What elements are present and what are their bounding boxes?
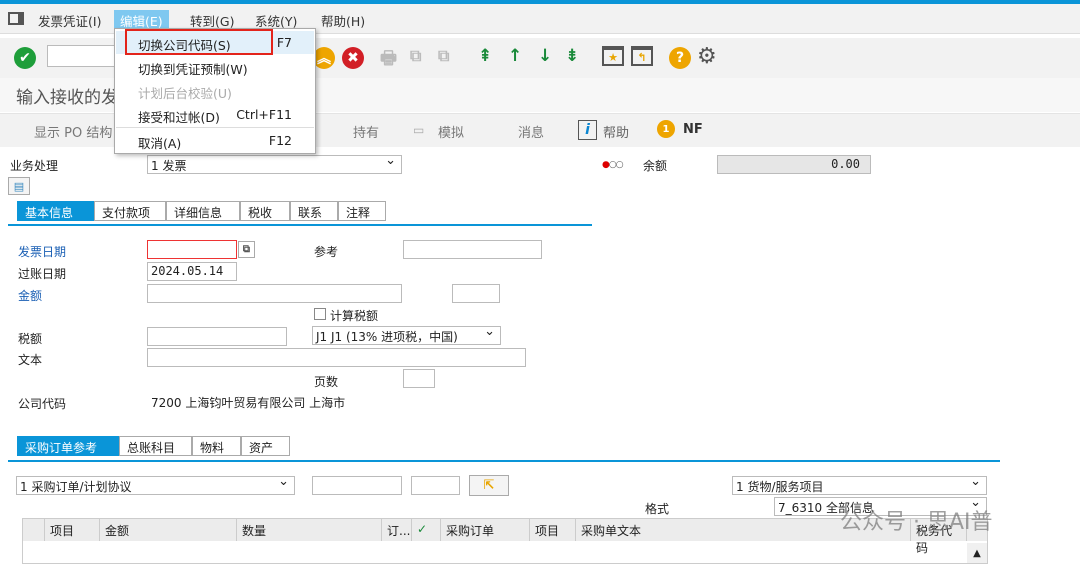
shortcut-icon[interactable]: ↰ — [631, 46, 653, 66]
po-item-input[interactable] — [411, 476, 460, 495]
menu-item-switch-to-park[interactable]: 切换到凭证预制(W) — [116, 55, 314, 78]
invoice-date-label: 发票日期 — [18, 245, 67, 259]
tax-label: 税额 — [18, 332, 43, 346]
watermark: 公众号 · 思AI普 — [840, 510, 993, 535]
invoice-date-input[interactable] — [147, 240, 237, 259]
highlight-annotation-box — [125, 29, 273, 55]
menu-item-background-verification: 计划后台校验(U) — [116, 79, 314, 102]
menu-item-label: 接受和过帐(D) — [138, 110, 220, 125]
menu-item-label: 切换到凭证预制(W) — [138, 62, 248, 77]
nf-button[interactable]: NF — [683, 122, 703, 137]
menu-separator — [116, 127, 314, 128]
menu-icon[interactable] — [8, 12, 24, 25]
text-input[interactable] — [147, 348, 526, 367]
col-order-unit[interactable]: 订... — [382, 519, 412, 541]
status-lights-icon: ● ○○ — [602, 160, 624, 170]
help-button[interactable]: 帮助 — [603, 122, 629, 141]
balance-label: 余额 — [643, 159, 668, 173]
tab-asset[interactable]: 资产 — [241, 436, 290, 456]
scroll-up-icon[interactable]: ▲ — [967, 543, 987, 563]
cancel-icon[interactable]: ✖ — [342, 47, 364, 69]
page-label: 页数 — [314, 375, 339, 389]
reference-input[interactable] — [403, 240, 542, 259]
amount-input[interactable] — [147, 284, 402, 303]
col-quantity[interactable]: 数量 — [237, 519, 382, 541]
menu-item-accept-and-post[interactable]: 接受和过帐(D) Ctrl+F11 — [116, 103, 314, 126]
expand-header-icon[interactable]: ▤ — [8, 177, 30, 195]
tab-details[interactable]: 详细信息 — [166, 201, 240, 221]
menu-invoice[interactable]: 发票凭证(I) — [32, 10, 107, 31]
tab-notes[interactable]: 注释 — [338, 201, 386, 221]
show-po-structure-button[interactable]: 显示 PO 结构 — [34, 122, 112, 141]
tab-tax[interactable]: 税收 — [240, 201, 290, 221]
find-next-icon[interactable]: ⧉ — [438, 46, 449, 66]
posting-date-label: 过账日期 — [18, 267, 67, 281]
page-input[interactable] — [403, 369, 435, 388]
help-icon[interactable]: ? — [669, 47, 691, 69]
tab-contact[interactable]: 联系 — [290, 201, 338, 221]
company-code-value: 7200 上海钧叶贸易有限公司 上海市 — [151, 396, 346, 410]
col-check-icon[interactable]: ✓ — [412, 519, 441, 541]
tab-basic-data[interactable]: 基本信息 — [17, 201, 94, 221]
tab-po-reference[interactable]: 采购订单参考 — [17, 436, 119, 456]
print-icon[interactable]: 🖶 — [380, 46, 397, 76]
lower-tab-divider — [8, 460, 1000, 462]
messages-button[interactable]: 消息 — [518, 122, 544, 141]
transaction-label: 业务处理 — [10, 159, 59, 173]
previous-page-icon[interactable]: ↑ — [508, 46, 522, 66]
col-po-item[interactable]: 项目 — [530, 519, 576, 541]
simulate-icon: ▭ — [413, 123, 425, 137]
simulate-button[interactable]: 模拟 — [438, 122, 464, 141]
check-icon[interactable]: ✔ — [14, 47, 36, 69]
tab-gl-account[interactable]: 总账科目 — [119, 436, 192, 456]
posting-date-input[interactable]: 2024.05.14 — [147, 262, 237, 281]
settings-gear-icon[interactable]: ⚙ — [697, 44, 717, 69]
col-item[interactable]: 项目 — [45, 519, 100, 541]
menu-item-label: 取消(A) — [138, 136, 182, 151]
new-session-icon[interactable]: ★ — [602, 46, 624, 66]
tax-amount-input[interactable] — [147, 327, 287, 346]
nf-icon: 1 — [657, 120, 675, 138]
layout-label: 格式 — [645, 502, 670, 516]
date-picker-icon[interactable]: ⧉ — [238, 241, 255, 258]
reference-doc-select[interactable]: 1 采购订单/计划协议 — [16, 474, 295, 495]
next-page-icon[interactable]: ↓ — [538, 46, 552, 66]
last-page-icon[interactable]: ⇟ — [565, 46, 579, 66]
tab-payment[interactable]: 支付款项 — [94, 201, 166, 221]
menu-item-shortcut: F7 — [276, 35, 292, 50]
menu-item-shortcut: Ctrl+F11 — [236, 107, 292, 122]
reference-label: 参考 — [314, 245, 339, 259]
col-purchase-order[interactable]: 采购订单 — [441, 519, 530, 541]
tax-code-select[interactable]: J1 J1 (13% 进项税，中国) — [312, 324, 501, 345]
exit-icon[interactable]: ︽ — [313, 47, 335, 69]
menu-item-cancel[interactable]: 取消(A) F12 — [116, 129, 314, 152]
tab-divider — [8, 224, 592, 226]
currency-input[interactable] — [452, 284, 500, 303]
hold-button[interactable]: 持有 — [353, 122, 379, 141]
item-type-select[interactable]: 1 货物/服务项目 — [732, 474, 987, 495]
menu-item-shortcut: F12 — [268, 133, 292, 148]
po-number-input[interactable] — [312, 476, 402, 495]
transaction-select[interactable]: 1 发票 — [147, 153, 402, 174]
text-label: 文本 — [18, 353, 43, 367]
calc-tax-checkbox[interactable] — [314, 308, 326, 320]
row-selector-header[interactable] — [23, 519, 45, 541]
first-page-icon[interactable]: ⇞ — [478, 46, 492, 66]
tab-material[interactable]: 物料 — [192, 436, 241, 456]
command-field[interactable] — [47, 45, 117, 67]
menu-item-label: 计划后台校验(U) — [138, 86, 232, 101]
menu-help[interactable]: 帮助(H) — [315, 10, 371, 31]
calc-tax-label: 计算税额 — [330, 309, 379, 323]
company-code-label: 公司代码 — [18, 397, 67, 411]
amount-label: 金额 — [18, 289, 43, 303]
find-icon[interactable]: ⧉ — [410, 46, 421, 66]
info-icon: i — [578, 120, 597, 140]
balance-value: 0.00 — [717, 155, 871, 174]
col-amount[interactable]: 金额 — [100, 519, 237, 541]
transfer-icon[interactable]: ⇱ — [469, 475, 509, 496]
